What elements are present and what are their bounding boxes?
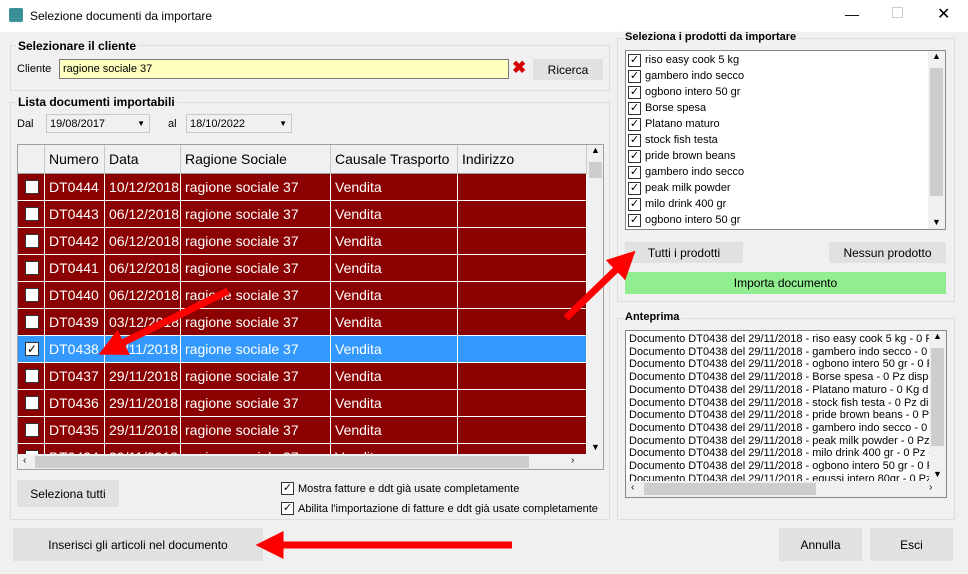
preview-horizontal-scrollbar[interactable]: ‹ › [626,481,946,497]
arrow-to-row [98,287,230,355]
arrow-to-all-products [563,250,636,321]
preview-vertical-scrollbar[interactable]: ▲ ▼ [929,331,946,481]
scroll-down-icon[interactable]: ▼ [929,469,946,479]
scroll-up-icon[interactable]: ▲ [929,331,946,341]
scroll-left-icon[interactable]: ‹ [631,482,634,493]
scroll-right-icon[interactable]: › [929,482,932,493]
